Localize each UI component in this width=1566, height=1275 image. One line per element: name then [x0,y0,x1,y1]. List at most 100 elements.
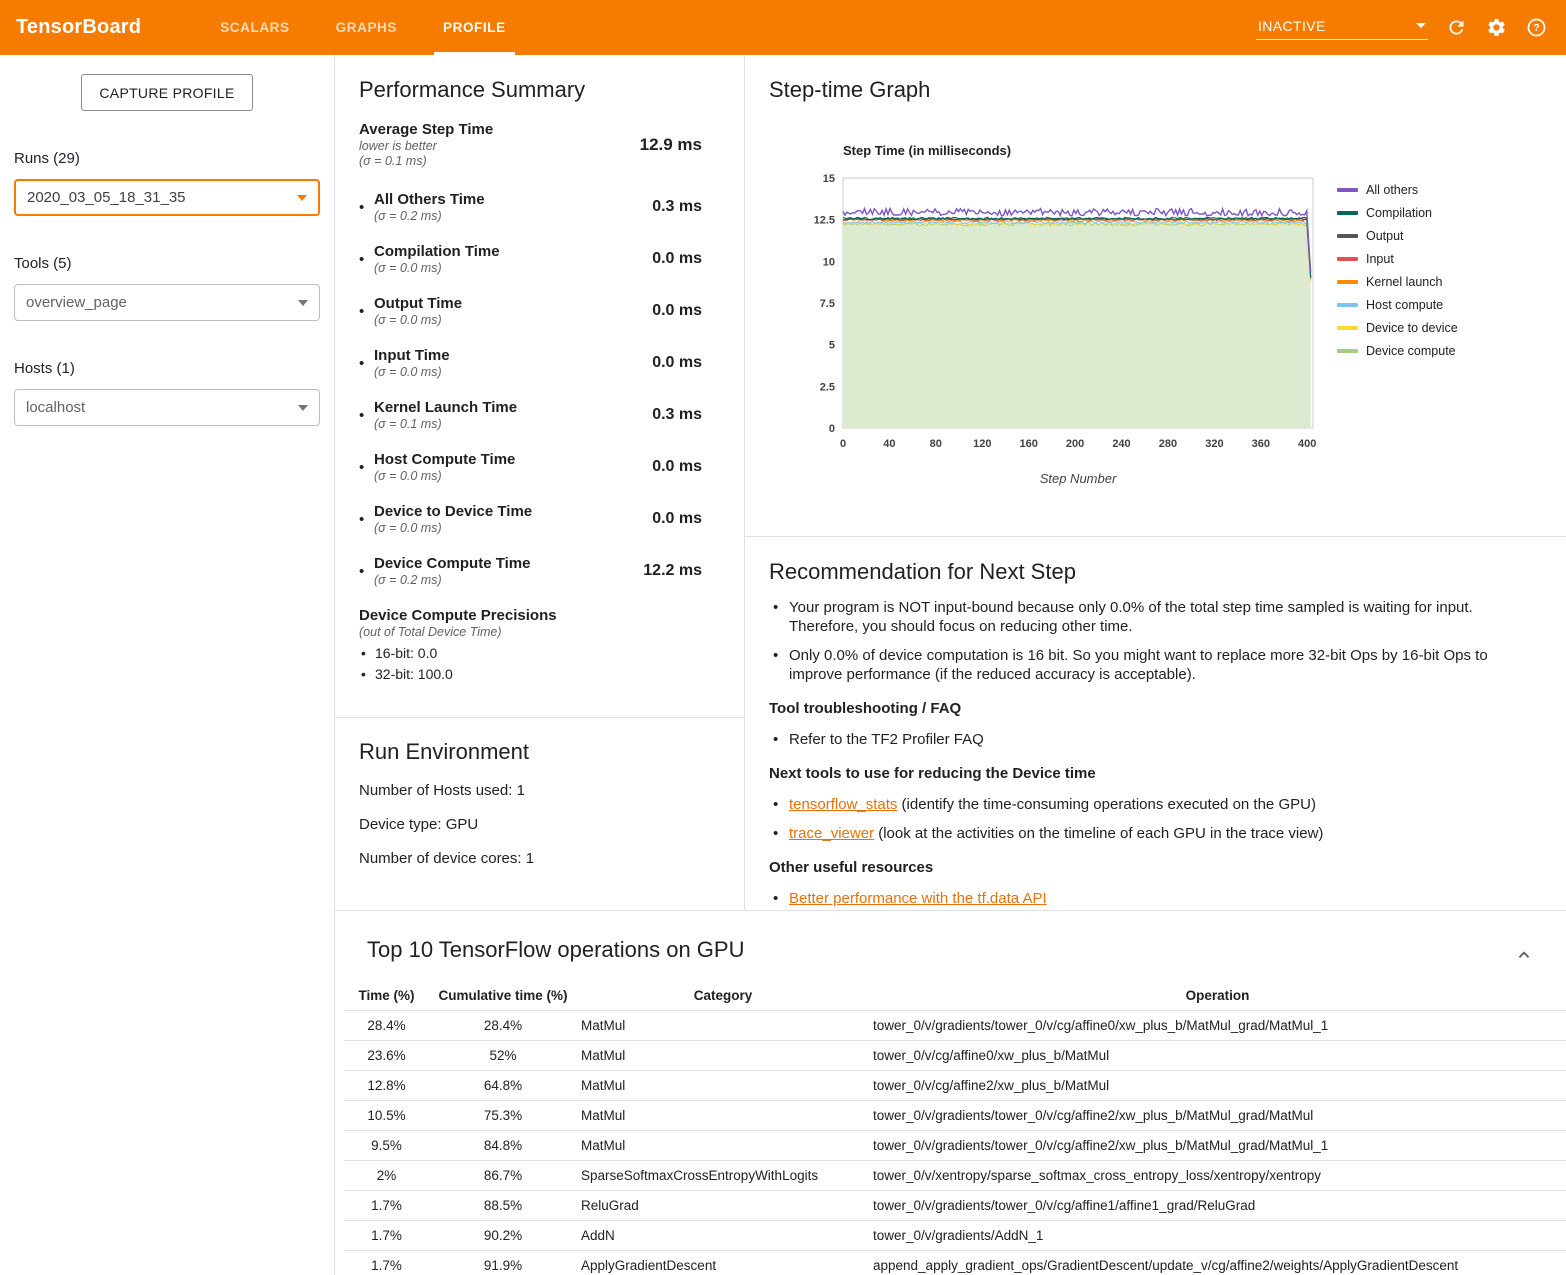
perf-item-value: 0.0 ms [642,302,702,320]
tab-scalars[interactable]: SCALARS [197,0,312,55]
tab-profile[interactable]: PROFILE [420,0,529,55]
table-cell: MatMul [577,1131,869,1161]
recommendation-bullet: Only 0.0% of device computation is 16 bi… [769,646,1521,684]
perf-item: • Output Time (σ = 0.0 ms) 0.0 ms [359,294,702,328]
perf-item-sigma: (σ = 0.0 ms) [374,313,462,328]
average-step-time-label: Average Step Time [359,120,493,139]
perf-item-sigma: (σ = 0.0 ms) [374,521,532,536]
precisions-title: Device Compute Precisions [359,606,702,625]
recommendation-bullets: Your program is NOT input-bound because … [769,598,1521,684]
resource-link[interactable]: Better performance with the tf.data API [789,890,1047,907]
column-header: Category [577,981,869,1011]
bullet-icon: • [359,511,374,528]
legend-label: All others [1366,183,1418,197]
table-cell: 12.8% [344,1071,429,1101]
next-tools-heading: Next tools to use for reducing the Devic… [769,765,1521,782]
table-cell: MatMul [577,1041,869,1071]
table-cell: 23.6% [344,1041,429,1071]
table-cell: 84.8% [429,1131,577,1161]
next-tool-item: tensorflow_stats (identify the time-cons… [769,795,1521,814]
step-time-chart: 02.557.51012.515040801201602002402803203… [797,168,1323,460]
table-cell: tower_0/v/gradients/tower_0/v/cg/affine2… [869,1131,1566,1161]
recommendation-section: Recommendation for Next Step Your progra… [745,537,1566,908]
chevron-up-icon [1513,944,1535,966]
precision-item: 16-bit: 0.0 [359,645,702,661]
performance-summary-section: Performance Summary Average Step Time lo… [335,55,744,718]
help-button[interactable]: ? [1524,16,1548,40]
top-ops-table: Time (%)Cumulative time (%)CategoryOpera… [344,981,1566,1275]
tools-select[interactable]: overview_page [14,284,320,321]
precision-item: 32-bit: 100.0 [359,666,702,682]
faq-list: Refer to the TF2 Profiler FAQ [769,730,1521,749]
legend-label: Input [1366,252,1394,266]
legend-swatch [1337,188,1358,192]
svg-text:320: 320 [1205,438,1223,450]
perf-item-value: 0.0 ms [642,354,702,372]
hosts-select-value: localhost [26,399,85,416]
perf-items: • All Others Time (σ = 0.2 ms) 0.3 ms • … [359,190,702,588]
table-cell: AddN [577,1221,869,1251]
status-dropdown-value: INACTIVE [1258,18,1326,34]
tool-link[interactable]: trace_viewer [789,825,874,842]
collapse-button[interactable] [1512,943,1536,967]
table-row: 1.7%88.5%ReluGradtower_0/v/gradients/tow… [344,1191,1566,1221]
perf-item-label: Device Compute Time [374,554,530,573]
capture-profile-button[interactable]: CAPTURE PROFILE [81,74,252,111]
legend-item: Input [1337,252,1458,266]
performance-column: Performance Summary Average Step Time lo… [335,55,745,910]
svg-text:?: ? [1533,22,1539,34]
svg-text:160: 160 [1020,438,1038,450]
device-compute-precisions: Device Compute Precisions (out of Total … [359,606,702,682]
tools-select-value: overview_page [26,294,127,311]
runs-select[interactable]: 2020_03_05_18_31_35 [14,179,320,216]
tools-group: Tools (5) overview_page [0,255,334,321]
next-tools-list: tensorflow_stats (identify the time-cons… [769,795,1521,843]
svg-text:2.5: 2.5 [820,381,835,393]
perf-item-sigma: (σ = 0.1 ms) [374,417,517,432]
table-row: 23.6%52%MatMultower_0/v/cg/affine0/xw_pl… [344,1041,1566,1071]
hosts-select[interactable]: localhost [14,389,320,426]
recommendation-title: Recommendation for Next Step [769,559,1521,585]
perf-item-value: 0.3 ms [642,198,702,216]
tools-label: Tools (5) [14,255,320,272]
table-row: 12.8%64.8%MatMultower_0/v/cg/affine2/xw_… [344,1071,1566,1101]
perf-item-label: Input Time [374,346,450,365]
chevron-down-icon [298,405,308,411]
legend-item: Device to device [1337,321,1458,335]
table-cell: 9.5% [344,1131,429,1161]
settings-button[interactable] [1484,16,1508,40]
table-cell: ReluGrad [577,1191,869,1221]
refresh-button[interactable] [1444,16,1468,40]
table-cell: tower_0/v/xentropy/sparse_softmax_cross_… [869,1161,1566,1191]
bullet-icon: • [359,251,374,268]
legend-label: Kernel launch [1366,275,1442,289]
perf-item: • Input Time (σ = 0.0 ms) 0.0 ms [359,346,702,380]
tool-link[interactable]: tensorflow_stats [789,796,897,813]
average-step-time-value: 12.9 ms [630,135,702,155]
average-step-time-sigma: (σ = 0.1 ms) [359,154,493,169]
column-header: Time (%) [344,981,429,1011]
legend-item: Device compute [1337,344,1458,358]
legend-item: All others [1337,183,1458,197]
runs-label: Runs (29) [14,150,320,167]
table-cell: tower_0/v/gradients/tower_0/v/cg/affine2… [869,1101,1566,1131]
table-row: 28.4%28.4%MatMultower_0/v/gradients/towe… [344,1011,1566,1041]
gear-icon [1486,17,1507,38]
run-environment-title: Run Environment [359,739,720,765]
table-cell: append_apply_gradient_ops/GradientDescen… [869,1251,1566,1275]
tab-graphs[interactable]: GRAPHS [313,0,420,55]
legend-label: Device compute [1366,344,1456,358]
top-ops-title: Top 10 TensorFlow operations on GPU [367,937,1536,963]
perf-item: • Compilation Time (σ = 0.0 ms) 0.0 ms [359,242,702,276]
main-content: Performance Summary Average Step Time lo… [335,55,1566,1275]
runs-group: Runs (29) 2020_03_05_18_31_35 [0,150,334,216]
svg-text:10: 10 [823,256,835,268]
chart-legend: All othersCompilationOutputInputKernel l… [1337,183,1458,367]
precision-list: 16-bit: 0.0 32-bit: 100.0 [359,645,702,682]
status-dropdown[interactable]: INACTIVE [1256,16,1428,40]
table-row: 9.5%84.8%MatMultower_0/v/gradients/tower… [344,1131,1566,1161]
column-header: Operation [869,981,1566,1011]
appbar-right: INACTIVE ? [1256,16,1548,40]
table-cell: MatMul [577,1101,869,1131]
legend-swatch [1337,280,1358,284]
